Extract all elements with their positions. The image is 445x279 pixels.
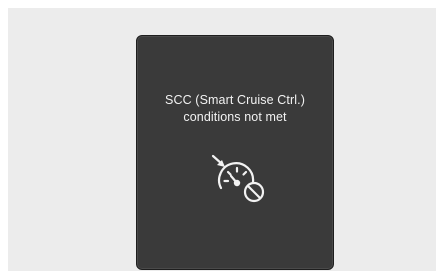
- screenshot-frame: SCC (Smart Cruise Ctrl.) conditions not …: [8, 8, 436, 271]
- warning-line-2: conditions not met: [183, 110, 287, 124]
- cruise-control-unavailable-icon: [207, 152, 273, 206]
- warning-line-1: SCC (Smart Cruise Ctrl.): [165, 93, 305, 107]
- cluster-display: SCC (Smart Cruise Ctrl.) conditions not …: [136, 35, 334, 270]
- warning-message: SCC (Smart Cruise Ctrl.) conditions not …: [137, 92, 333, 126]
